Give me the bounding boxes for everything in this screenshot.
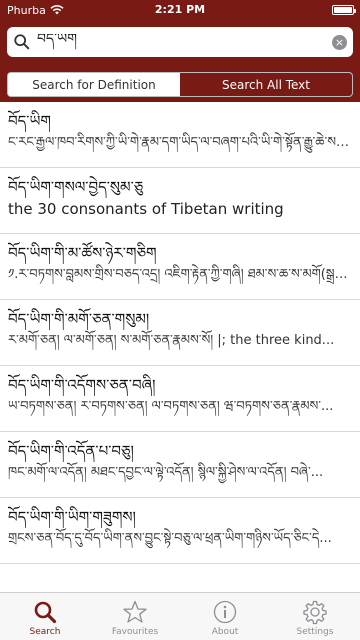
tab-label: Favourites xyxy=(111,627,159,637)
header: Phurba 2:21 PM × Search for Definition S… xyxy=(0,0,360,102)
tab-label: Settings xyxy=(296,627,334,637)
result-title: བོད་ཡིག་གི་འདོན་པ་བཅུ། xyxy=(8,442,134,460)
result-title: བོད་ཡིག་གི་ཡིག་གཟུགས། xyxy=(8,508,136,526)
star-icon xyxy=(123,600,147,623)
gear-icon xyxy=(303,600,327,625)
tab-about[interactable]: About xyxy=(180,593,270,640)
list-item[interactable]: བོད་ཡིག་གི་ཡིག་གཟུགས། གྲངས་ཅན་བོད་དུ་བོད… xyxy=(0,498,360,564)
list-item[interactable]: བོད་ཡིག་གི་མ་ཚོས་ཉེར་གཅིག ༡.ར་བཏགས་བླམས་… xyxy=(0,234,360,300)
result-title: བོད་ཡིག་གི་མ་ཚོས་ཉེར་གཅིག xyxy=(8,244,157,262)
results-list: བོད་ཡིག ང་རང་རྒྱལ་ཁབ་རིགས་ཀྱི་ཡི་གེ་རྣམ་… xyxy=(0,102,360,592)
segment-search-definition[interactable]: Search for Definition xyxy=(8,73,180,96)
result-title: བོད་ཡིག xyxy=(8,112,51,130)
search-bar[interactable]: × xyxy=(7,27,353,57)
status-bar: Phurba 2:21 PM xyxy=(0,0,360,20)
list-item[interactable]: བོད་ཡིག་གི་འདོགས་ཅན་བཞི། ཡ་བཏགས་ཅན། ར་བཏ… xyxy=(0,366,360,432)
tab-search[interactable]: Search xyxy=(0,593,90,640)
search-icon xyxy=(14,34,30,50)
tab-label: Search xyxy=(29,627,61,637)
result-title: བོད་ཡིག་གི་འདོགས་ཅན་བཞི། xyxy=(8,376,156,394)
info-icon xyxy=(213,600,237,624)
result-snippet: ང་རང་རྒྱལ་ཁབ་རིགས་ཀྱི་ཡི་གེ་རྣམ་དག་ཡིད་ལ… xyxy=(8,135,350,150)
tab-favourites[interactable]: Favourites xyxy=(90,593,180,640)
result-snippet: ར་མགོ་ཅན། ལ་མགོ་ཅན། ས་མགོ་ཅན་རྣམས་སོ། |;… xyxy=(8,333,335,348)
search-mode-segmented-control: Search for Definition Search All Text xyxy=(7,72,353,97)
result-title: བོད་ཡིག་གི་མགོ་ཅན་གསུམ། xyxy=(8,310,150,328)
segment-search-all-text[interactable]: Search All Text xyxy=(180,73,352,96)
list-item[interactable]: བོད་ཡིག་གི་འདོན་པ་བཅུ། ཁང་མགོ་ལ་འདོན། མཐ… xyxy=(0,432,360,498)
list-item[interactable]: བོད་ཡིག་གསལ་བྱེད་སུམ་ཅུ the 30 consonant… xyxy=(0,168,360,234)
result-snippet: ༡.ར་བཏགས་བླམས་གྲིས་བཅད་འདྲ། འཇིག་རྟེན་ཀྱ… xyxy=(8,267,350,282)
tab-bar: Search Favourites About Settings xyxy=(0,592,360,640)
tab-label: About xyxy=(211,627,239,637)
search-icon xyxy=(34,601,57,624)
result-snippet: ཡ་བཏགས་ཅན། ར་བཏགས་ཅན། ལ་བཏགས་ཅན། ཝ་བཏགས་… xyxy=(8,399,334,414)
list-item[interactable]: བོད་ཡིག ང་རང་རྒྱལ་ཁབ་རིགས་ཀྱི་ཡི་གེ་རྣམ་… xyxy=(0,102,360,168)
result-snippet: གྲངས་ཅན་བོད་དུ་བོད་ཡིག་ནས་བྱུང་སྟེ་བཅུ་ལ… xyxy=(8,531,332,546)
status-time: 2:21 PM xyxy=(154,3,206,16)
clear-search-button[interactable]: × xyxy=(332,34,347,50)
result-snippet: the 30 consonants of Tibetan writing xyxy=(8,200,284,218)
tab-settings[interactable]: Settings xyxy=(270,593,360,640)
result-title: བོད་ཡིག་གསལ་བྱེད་སུམ་ཅུ xyxy=(8,178,144,196)
battery-icon xyxy=(332,5,356,15)
search-input[interactable] xyxy=(37,34,332,50)
list-item[interactable]: བོད་ཡིག་གི་མགོ་ཅན་གསུམ། ར་མགོ་ཅན། ལ་མགོ་… xyxy=(0,300,360,366)
result-snippet: ཁང་མགོ་ལ་འདོན། མཐང་དབྱང་ལ་ལྟེ་འདོན། སྙིལ… xyxy=(8,465,324,480)
